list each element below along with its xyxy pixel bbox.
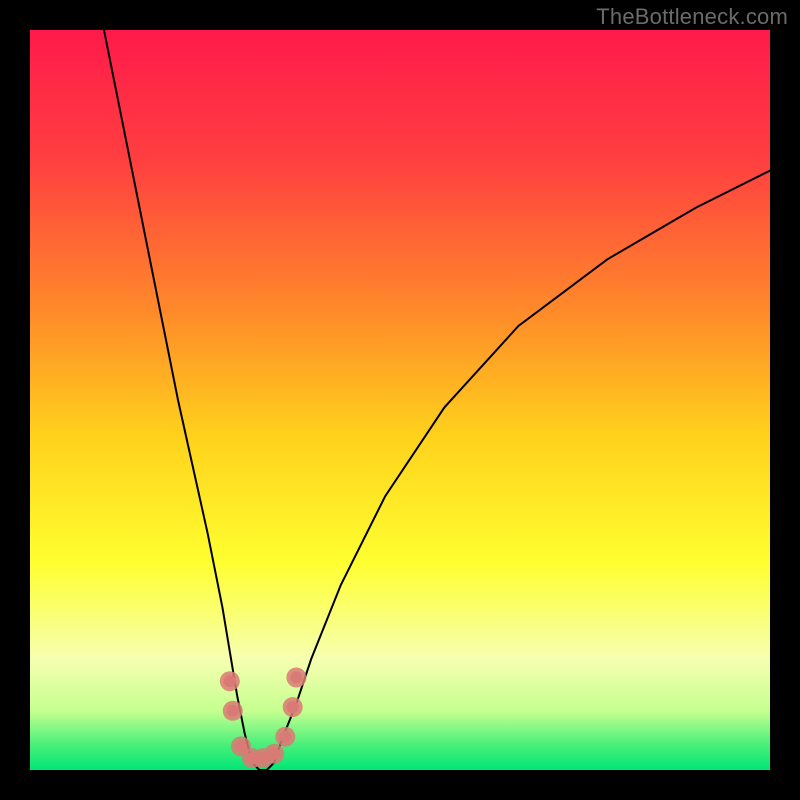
plot-area (30, 30, 770, 770)
chart-svg (30, 30, 770, 770)
chart-frame: TheBottleneck.com (0, 0, 800, 800)
gradient-background (30, 30, 770, 770)
watermark-text: TheBottleneck.com (596, 4, 788, 30)
